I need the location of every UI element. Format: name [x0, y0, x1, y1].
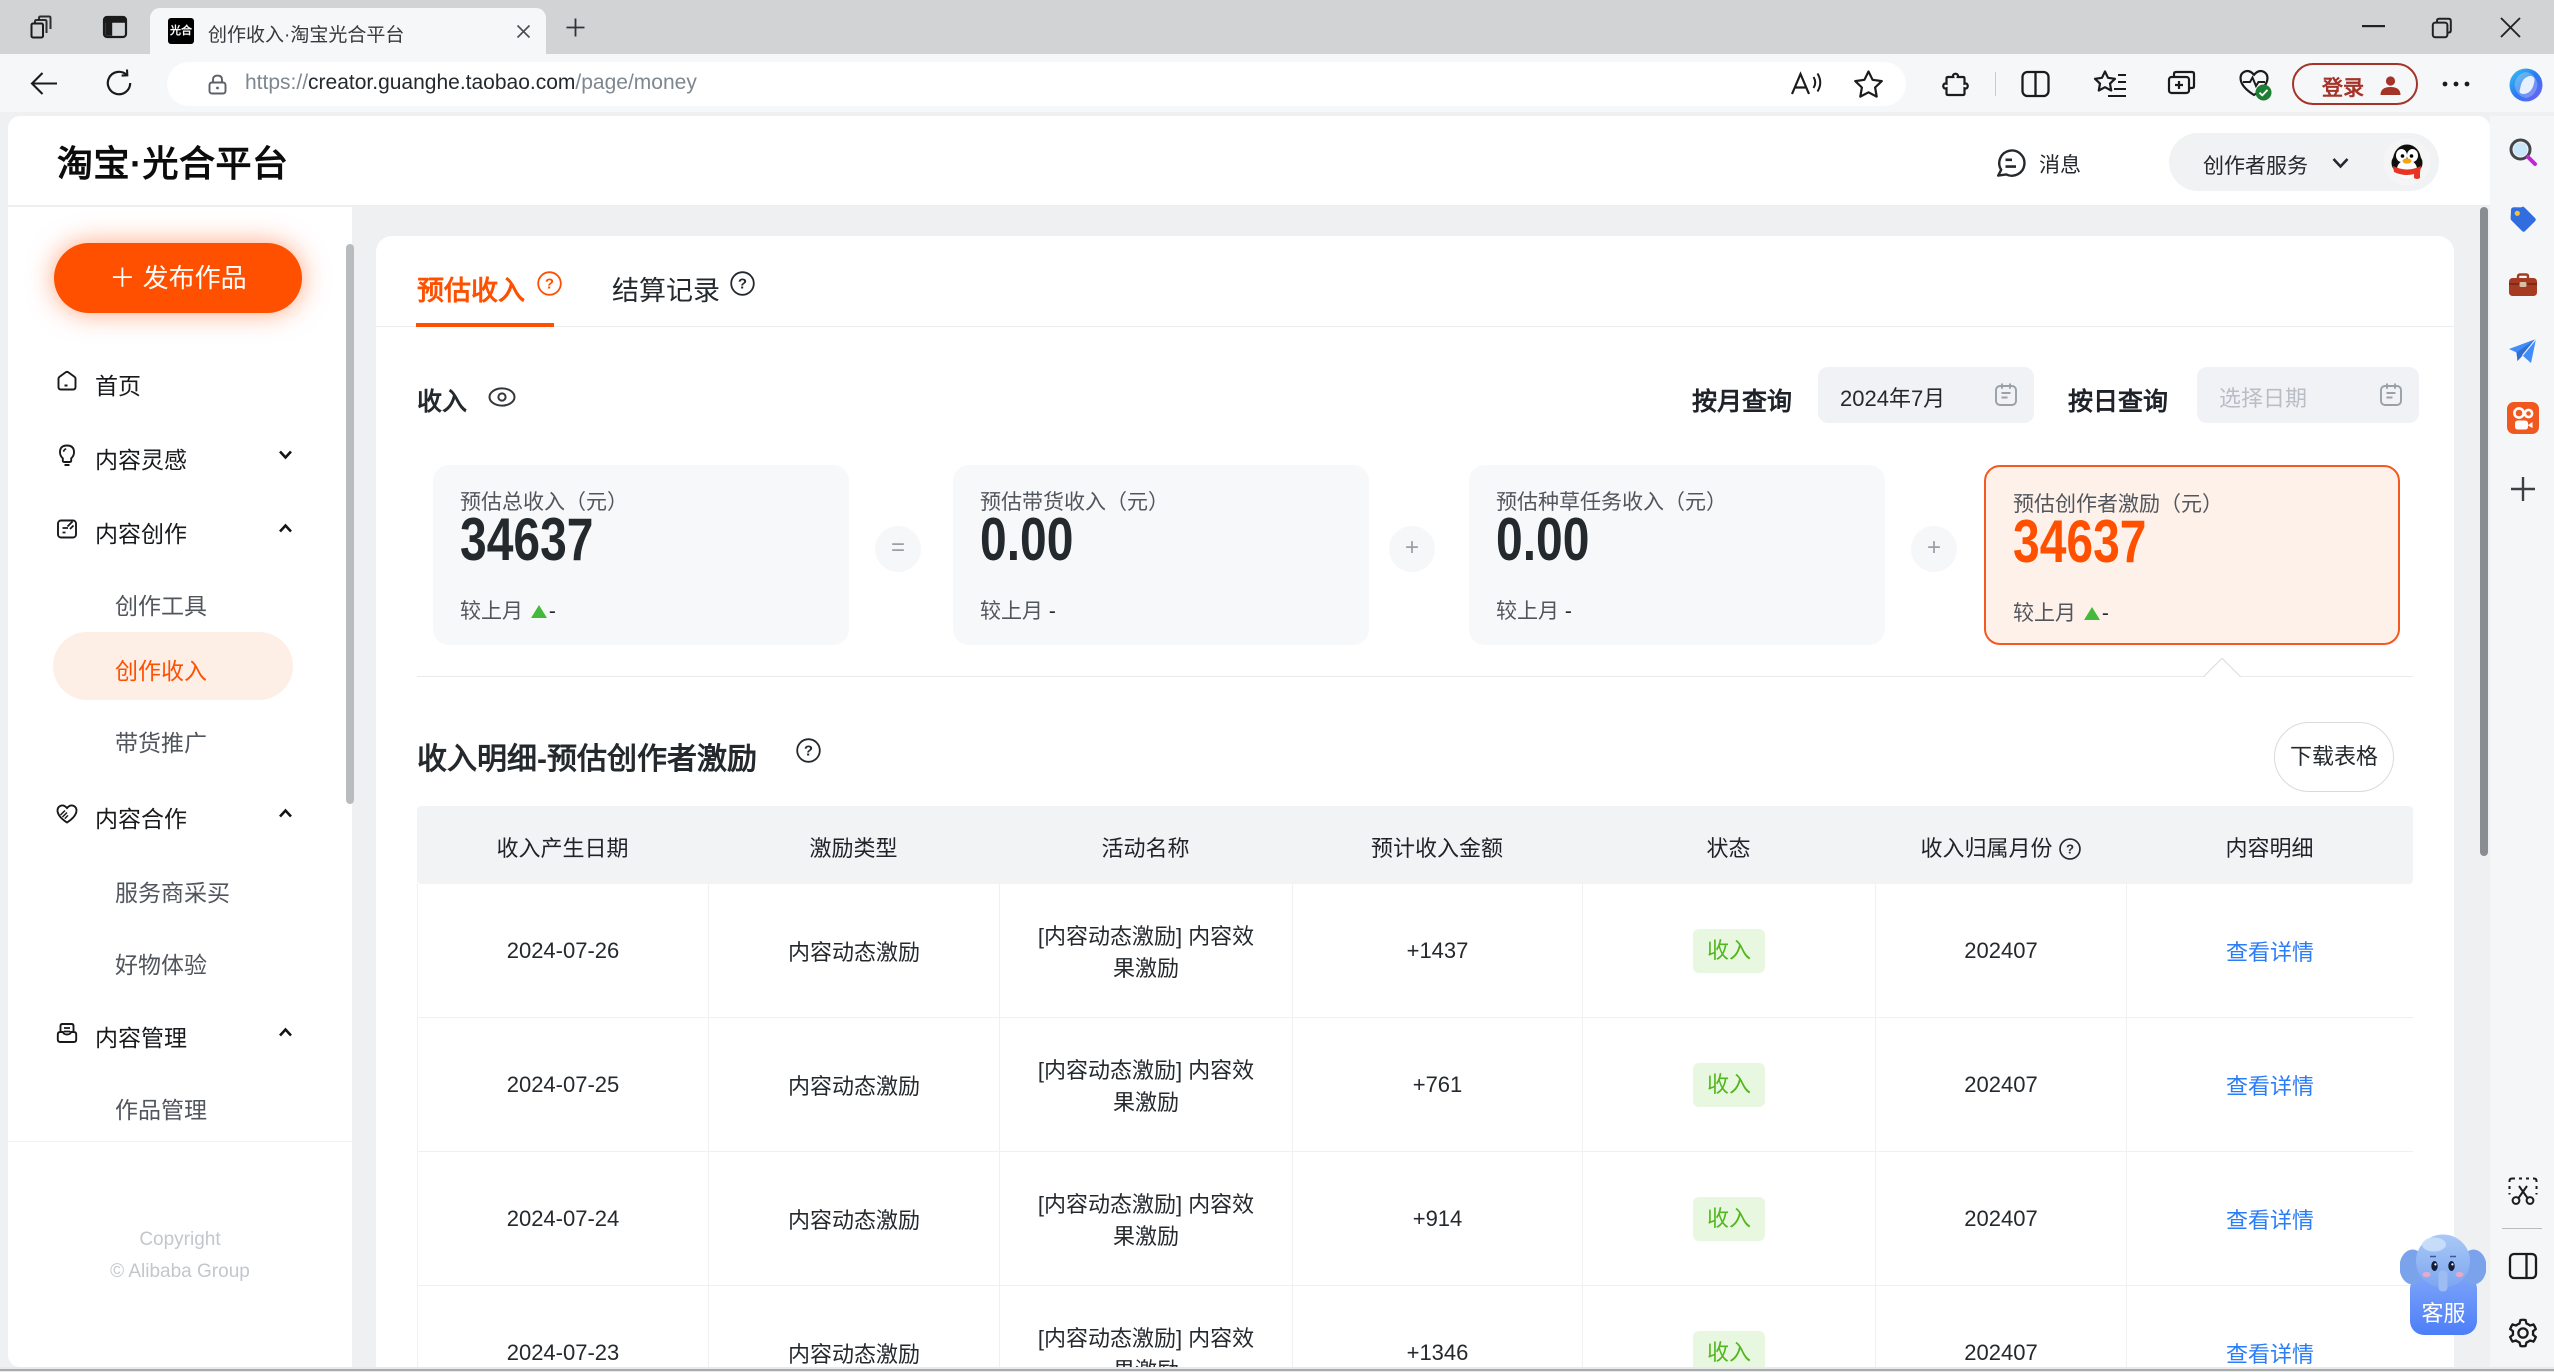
svg-text:?: ?: [2066, 841, 2074, 856]
svg-text:?: ?: [804, 743, 813, 760]
svg-text:?: ?: [545, 276, 554, 293]
svg-text:?: ?: [738, 276, 747, 293]
